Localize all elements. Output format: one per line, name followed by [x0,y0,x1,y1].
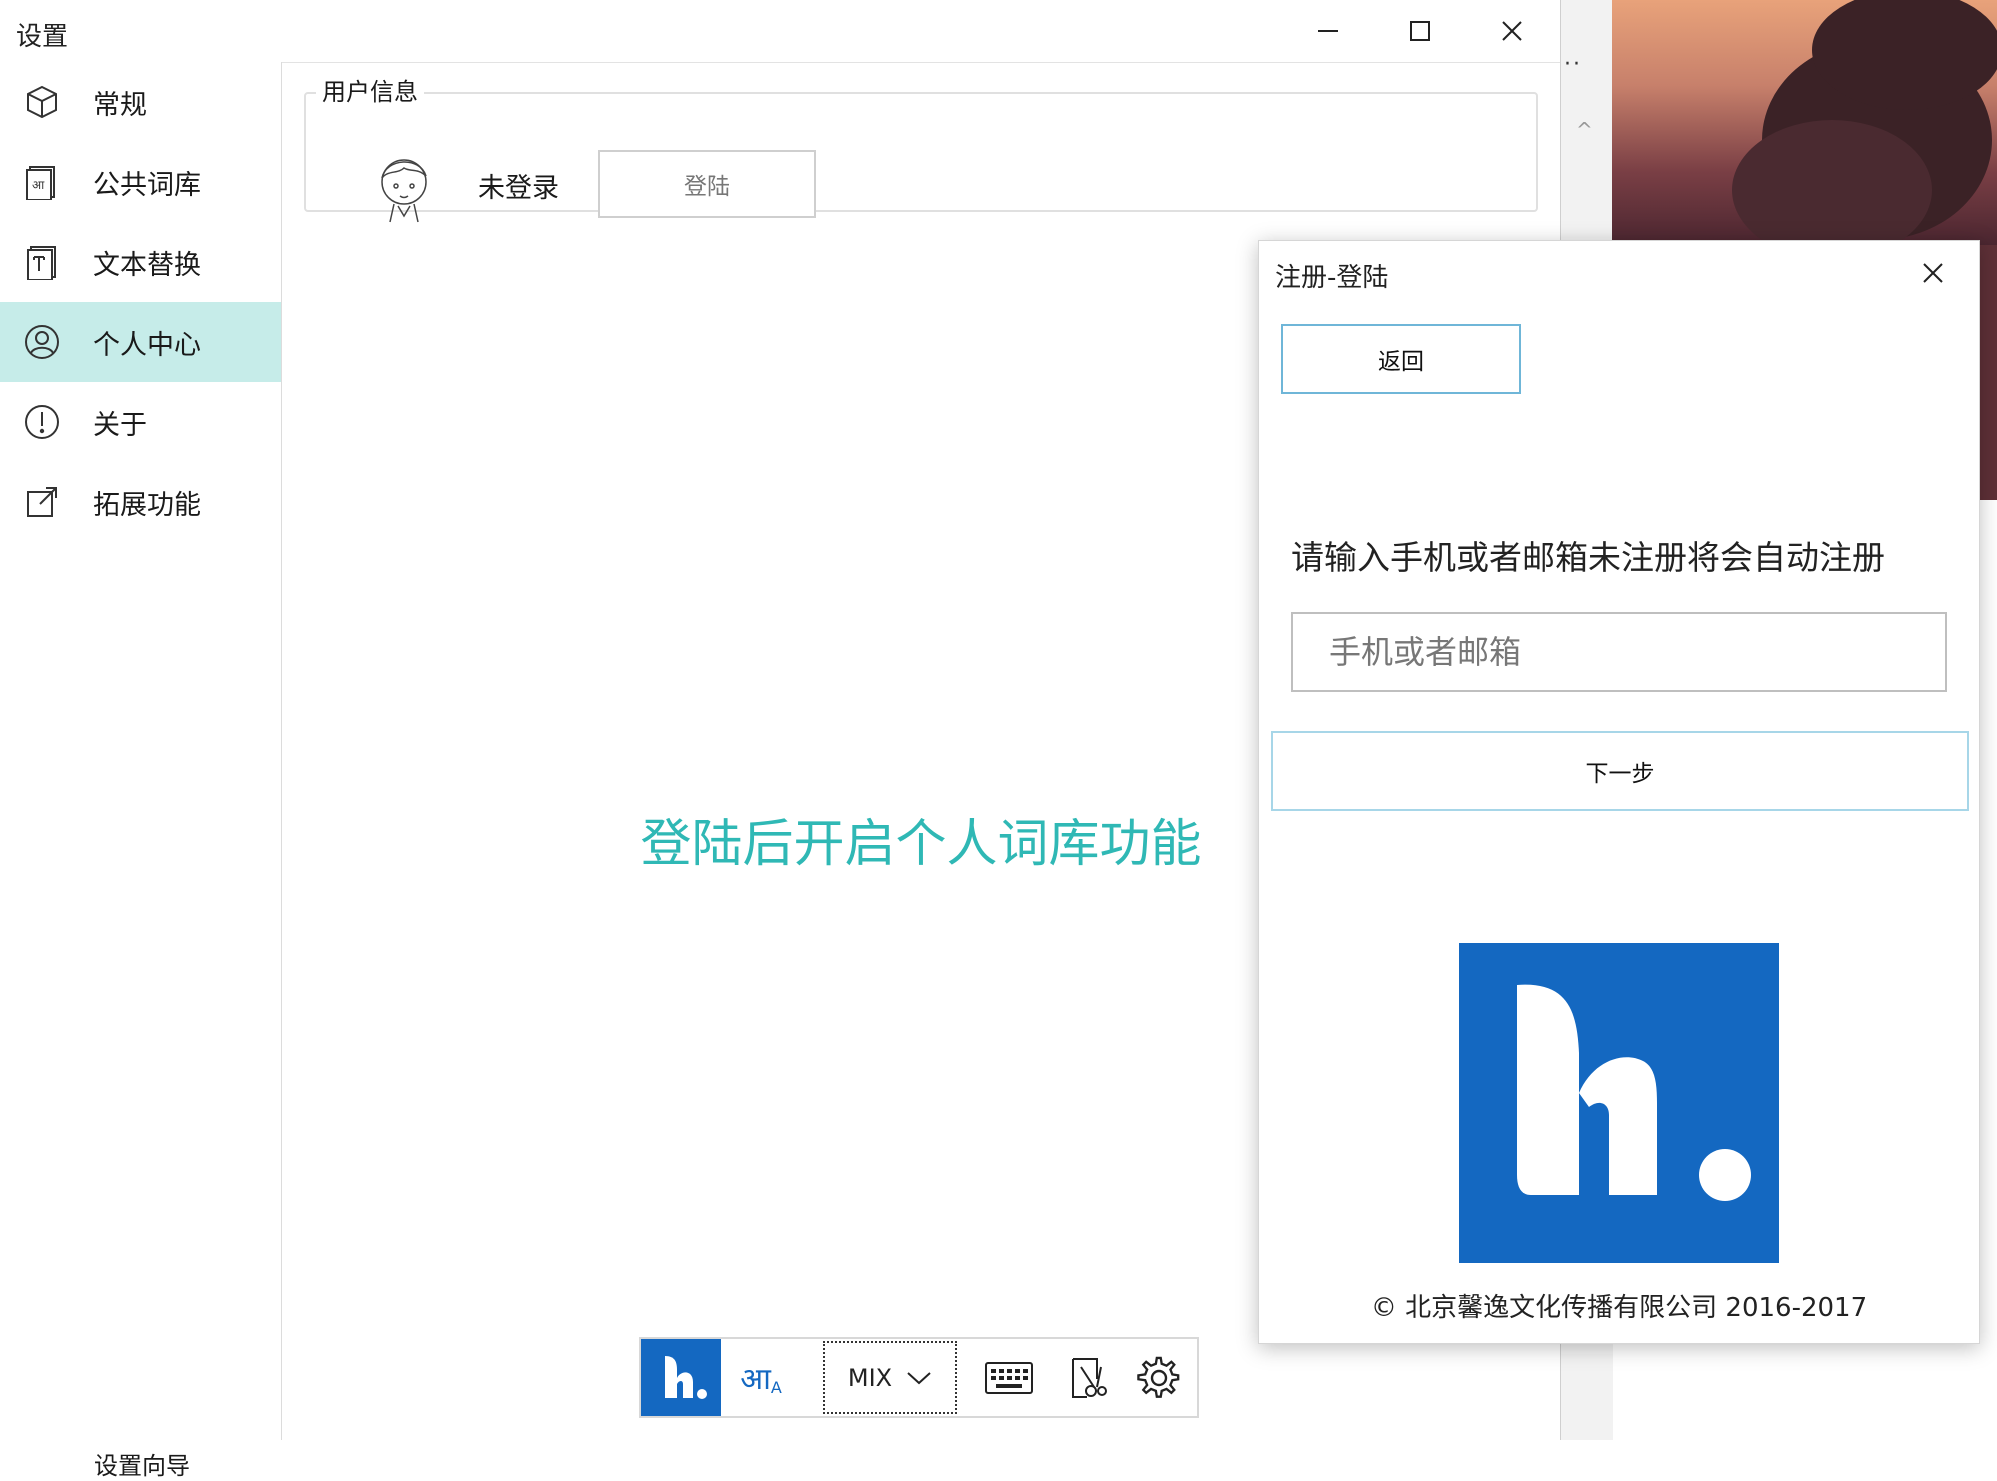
cut-button[interactable] [1047,1339,1127,1416]
close-icon [1923,263,1943,283]
sidebar-item-about[interactable]: 关于 [0,382,281,462]
sidebar-item-label: 文本替换 [93,249,201,281]
user-info-group: 未登录 登陆 [304,92,1538,223]
language-sub-glyph: A [770,1378,782,1397]
sidebar-item-personal-center[interactable]: 个人中心 [0,302,281,382]
svg-text:आ: आ [32,178,45,192]
background-wallpaper-edge [1980,245,1997,500]
maximize-button[interactable] [1374,0,1466,62]
sidebar-item-text-replace[interactable]: 文本替换 [0,222,281,302]
background-scroll-up-icon: ^ [1576,118,1593,142]
login-status: 未登录 [478,173,559,204]
copyright-text: © 北京馨逸文化传播有限公司 2016-2017 [1370,1293,1868,1323]
sidebar-item-label: 公共词库 [93,169,201,201]
close-icon [1502,21,1522,41]
language-glyph: आ [740,1362,771,1397]
sidebar-item-label: 关于 [93,409,147,441]
next-step-button[interactable]: 下一步 [1271,731,1969,811]
sidebar-item-extensions[interactable]: 拓展功能 [0,462,281,542]
maximize-icon [1410,21,1430,41]
info-icon [22,402,62,442]
user-info-legend: 用户信息 [316,72,424,107]
phone-or-email-input[interactable] [1291,612,1947,692]
cut-icon [1072,1357,1107,1398]
dialog-title: 注册-登陆 [1275,263,1389,293]
h-logo-icon [1517,984,1751,1201]
gear-icon [1137,1356,1180,1398]
cube-icon [22,82,62,122]
ime-toolbar: आ A MIX [639,1337,1199,1418]
keyboard-button[interactable] [969,1339,1049,1416]
minimize-icon [1318,30,1338,32]
external-link-icon [22,482,62,522]
sidebar-item-label: 个人中心 [93,329,201,361]
dictionary-icon: आ [22,162,62,202]
mode-dropdown[interactable]: MIX [823,1341,957,1414]
user-icon [22,322,62,362]
sidebar-item-public-dictionary[interactable]: आ 公共词库 [0,142,281,222]
dialog-close-button[interactable] [1893,241,1973,305]
mode-label: MIX [847,1363,893,1392]
back-button[interactable]: 返回 [1281,324,1521,394]
window-title: 设置 [16,22,69,52]
minimize-button[interactable] [1282,0,1374,62]
login-button[interactable]: 登陆 [598,150,816,218]
background-overflow-dots-icon: ·· [1564,52,1582,77]
sidebar-item-label: 拓展功能 [93,489,201,521]
sidebar: 常规 आ 公共词库 文本替换 个人中心 关于 拓展功能 设置向导 [0,62,282,1480]
settings-button[interactable] [1119,1339,1199,1416]
chevron-down-icon [907,1371,931,1384]
background-wallpaper [1612,0,1997,260]
sidebar-item-general[interactable]: 常规 [0,62,281,142]
avatar [381,159,427,223]
h-logo-icon[interactable] [641,1339,721,1416]
close-button[interactable] [1466,0,1558,62]
title-bar: 设置 [0,0,1560,63]
keyboard-icon [985,1361,1033,1394]
account-prompt: 请输入手机或者邮箱未注册将会自动注册 [1291,538,1885,577]
language-toggle-button[interactable]: आ A [721,1339,801,1416]
login-dialog: 注册-登陆 返回 请输入手机或者邮箱未注册将会自动注册 下一步 © 北京馨逸文化… [1258,240,1980,1344]
text-replace-icon [22,242,62,282]
sidebar-item-label: 常规 [93,89,147,121]
setup-wizard-link[interactable]: 设置向导 [94,1446,190,1481]
brand-logo [1459,943,1779,1263]
